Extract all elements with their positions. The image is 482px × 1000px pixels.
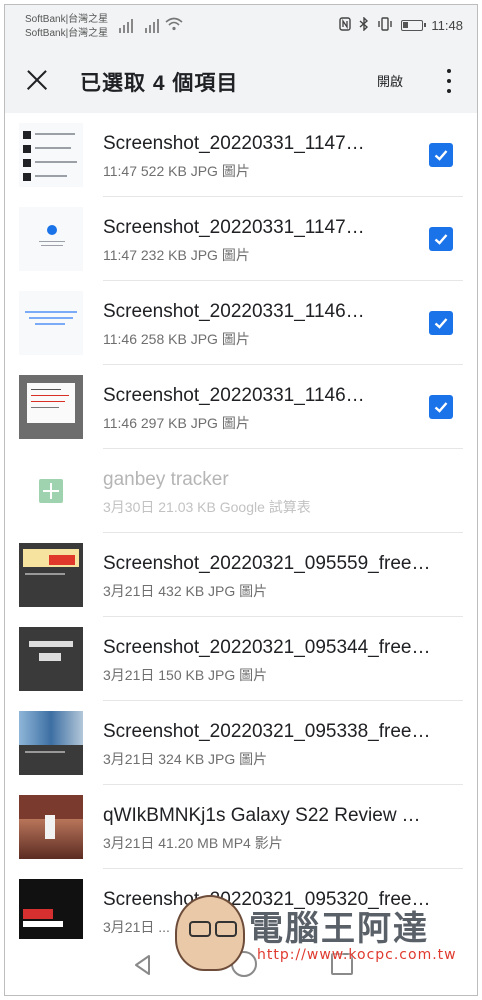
selection-app-bar: 已選取 4 個項目 開啟 xyxy=(5,49,477,113)
status-time: 11:48 xyxy=(431,18,463,33)
check-icon xyxy=(434,402,448,413)
back-icon[interactable] xyxy=(131,953,155,977)
file-meta: 3月30日 21.03 KB Google 試算表 xyxy=(103,499,311,515)
checkbox-checked[interactable] xyxy=(429,227,453,251)
recent-apps-icon[interactable] xyxy=(331,953,353,975)
list-item[interactable]: Screenshot_20220331_1146… 11:46 297 KB J… xyxy=(5,365,477,449)
nfc-icon xyxy=(339,17,352,34)
thumbnail xyxy=(19,375,83,439)
file-name: qWIkBMNKj1s Galaxy S22 Review T… xyxy=(103,805,431,826)
thumbnail xyxy=(19,459,83,523)
file-name: Screenshot_20220331_1147… xyxy=(103,133,365,154)
list-item[interactable]: Screenshot_20220321_095338_free.… 3月21日 … xyxy=(5,701,477,785)
file-list: Screenshot_20220331_1147… 11:47 522 KB J… xyxy=(5,113,477,953)
file-meta: 3月21日 150 KB JPG 圖片 xyxy=(103,667,268,683)
file-name: Screenshot_20220321_095320_free.… xyxy=(103,889,431,910)
selection-title: 已選取 4 個項目 xyxy=(80,72,239,95)
file-meta: 11:46 297 KB JPG 圖片 xyxy=(103,415,250,431)
checkbox-checked[interactable] xyxy=(429,311,453,335)
checkbox-checked[interactable] xyxy=(429,395,453,419)
more-vert-icon[interactable] xyxy=(439,67,459,95)
check-icon xyxy=(434,234,448,245)
file-meta: 11:46 258 KB JPG 圖片 xyxy=(103,331,250,347)
status-bar: SoftBank|台灣之星 SoftBank|台灣之星 11:48 xyxy=(5,5,477,49)
thumbnail xyxy=(19,207,83,271)
vibrate-icon xyxy=(377,17,393,34)
carrier-2: SoftBank|台灣之星 xyxy=(25,28,109,39)
file-meta: 11:47 232 KB JPG 圖片 xyxy=(103,247,250,263)
thumbnail xyxy=(19,291,83,355)
check-icon xyxy=(434,150,448,161)
signal-icon xyxy=(119,19,133,33)
carrier-1: SoftBank|台灣之星 xyxy=(25,14,109,25)
file-name: Screenshot_20220331_1146… xyxy=(103,385,365,406)
thumbnail xyxy=(19,543,83,607)
check-icon xyxy=(434,318,448,329)
file-name: Screenshot_20220321_095338_free.… xyxy=(103,721,431,742)
sheets-icon xyxy=(39,479,63,503)
list-item[interactable]: Screenshot_20220321_095344_free.… 3月21日 … xyxy=(5,617,477,701)
thumbnail xyxy=(19,627,83,691)
home-icon[interactable] xyxy=(231,951,257,977)
file-name: Screenshot_20220331_1147… xyxy=(103,217,365,238)
thumbnail xyxy=(19,711,83,775)
status-right: 11:48 xyxy=(339,16,463,34)
list-item[interactable]: Screenshot_20220321_095559_free.… 3月21日 … xyxy=(5,533,477,617)
list-item[interactable]: Screenshot_20220331_1146… 11:46 258 KB J… xyxy=(5,281,477,365)
file-meta: 3月21日 41.20 MB MP4 影片 xyxy=(103,835,283,851)
phone-frame: SoftBank|台灣之星 SoftBank|台灣之星 11:48 已選取 4 … xyxy=(4,4,478,996)
file-name: Screenshot_20220321_095559_free.… xyxy=(103,553,431,574)
open-button[interactable]: 開啟 xyxy=(377,71,403,90)
thumbnail xyxy=(19,795,83,859)
list-item: ganbey tracker 3月30日 21.03 KB Google 試算表 xyxy=(5,449,477,533)
file-meta: 3月21日 432 KB JPG 圖片 xyxy=(103,583,268,599)
list-item[interactable]: Screenshot_20220331_1147… 11:47 522 KB J… xyxy=(5,113,477,197)
thumbnail xyxy=(19,123,83,187)
signal-icon xyxy=(145,19,159,33)
list-item[interactable]: qWIkBMNKj1s Galaxy S22 Review T… 3月21日 4… xyxy=(5,785,477,869)
battery-icon xyxy=(401,20,427,31)
list-item[interactable]: Screenshot_20220331_1147… 11:47 232 KB J… xyxy=(5,197,477,281)
thumbnail xyxy=(19,879,83,943)
file-meta: 3月21日 324 KB JPG 圖片 xyxy=(103,751,268,767)
file-name: ganbey tracker xyxy=(103,469,229,490)
carrier-labels: SoftBank|台灣之星 SoftBank|台灣之星 xyxy=(25,13,108,41)
navigation-bar xyxy=(5,939,477,995)
file-name: Screenshot_20220321_095344_free.… xyxy=(103,637,431,658)
close-icon[interactable] xyxy=(21,65,53,97)
wifi-icon xyxy=(165,17,183,34)
file-name: Screenshot_20220331_1146… xyxy=(103,301,365,322)
checkbox-checked[interactable] xyxy=(429,143,453,167)
file-meta: 11:47 522 KB JPG 圖片 xyxy=(103,163,250,179)
file-meta: 3月21日 ... xyxy=(103,919,170,935)
bluetooth-icon xyxy=(359,16,369,34)
